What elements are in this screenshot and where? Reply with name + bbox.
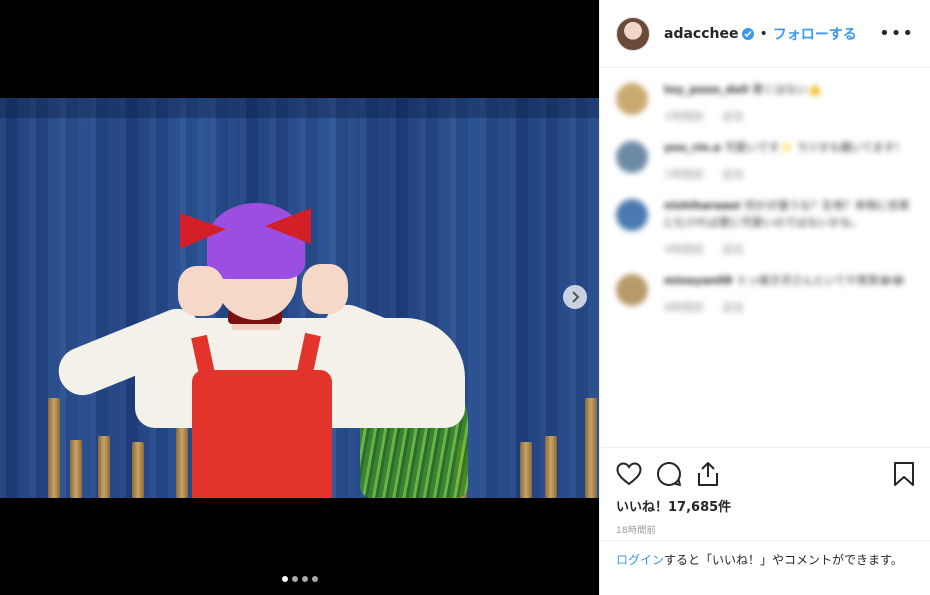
next-arrow-button[interactable]	[563, 285, 587, 309]
avatar[interactable]	[616, 199, 648, 231]
chevron-right-icon	[572, 291, 580, 303]
avatar[interactable]	[616, 274, 648, 306]
avatar[interactable]	[616, 83, 648, 115]
follow-button[interactable]: フォローする	[773, 24, 857, 44]
reply-button[interactable]: 返信	[722, 168, 744, 181]
reply-button[interactable]: 返信	[722, 301, 744, 314]
comment-text: 悪くはない👍	[752, 83, 822, 96]
carousel-dot	[302, 576, 308, 582]
username-link[interactable]: adacchee	[664, 26, 738, 42]
avatar[interactable]	[616, 141, 648, 173]
list-item: toy_pooo_doll 悪くはない👍 1時間前 返信	[616, 81, 915, 125]
carousel-indicator	[282, 576, 318, 582]
comment-time: 4時間前	[664, 243, 704, 256]
share-icon[interactable]	[696, 461, 720, 487]
list-item: mineyan08 ミッ嘘き沢さんといてや笑笑😂😂 8時間前 返信	[616, 272, 915, 316]
comment-username[interactable]: you_rin.a	[664, 141, 721, 154]
list-item: you_rin.a 可愛いです✨ ラジオも聞いてます！ 1時間前 返信	[616, 139, 915, 183]
peace-sign-hand	[178, 266, 224, 316]
peace-sign-hand	[302, 264, 348, 314]
verified-badge-icon	[742, 27, 755, 40]
heart-icon[interactable]	[616, 462, 642, 486]
post-sidebar: adacchee • フォローする ••• toy_pooo_doll 悪くはない…	[599, 0, 930, 595]
post-timestamp[interactable]: 18時間前	[616, 523, 915, 536]
list-item: nishiharaaoi 何かが違うな？生地？本物に忠実にむければ更に可愛いのでは…	[616, 197, 915, 258]
person-figure	[0, 98, 599, 498]
post-actions: いいね！17,685件 18時間前	[600, 447, 930, 536]
login-prompt-text: すると「いいね！」やコメントができます。	[664, 553, 903, 567]
carousel-dot	[282, 576, 288, 582]
reply-button[interactable]: 返信	[722, 110, 744, 123]
purple-hair	[207, 203, 305, 279]
comments-list: toy_pooo_doll 悪くはない👍 1時間前 返信 you_rin.a 可愛いで…	[600, 69, 930, 447]
comment-username[interactable]: toy_pooo_doll	[664, 83, 749, 96]
reply-button[interactable]: 返信	[722, 243, 744, 256]
comment-username[interactable]: nishiharaaoi	[664, 199, 741, 212]
action-icons	[616, 460, 915, 488]
comment-text: ミッ嘘き沢さんといてや笑笑😂😂	[736, 274, 905, 287]
login-link[interactable]: ログイン	[616, 553, 664, 567]
bookmark-icon[interactable]	[893, 461, 915, 487]
comment-time: 1時間前	[664, 110, 704, 123]
comment-username[interactable]: mineyan08	[664, 274, 732, 287]
separator-dot: •	[759, 25, 768, 42]
login-prompt: ログインすると「いいね！」やコメントができます。	[600, 540, 930, 579]
carousel-dot	[312, 576, 318, 582]
carousel-dot	[292, 576, 298, 582]
more-options-button[interactable]: •••	[879, 23, 914, 44]
comment-time: 1時間前	[664, 168, 704, 181]
post-header: adacchee • フォローする •••	[600, 0, 930, 68]
comment-icon[interactable]	[656, 461, 682, 487]
post-media	[0, 0, 599, 595]
red-dress	[192, 370, 332, 498]
comment-text: 可愛いです✨ ラジオも聞いてます！	[724, 141, 906, 154]
likes-count[interactable]: いいね！17,685件	[616, 496, 915, 515]
post-photo[interactable]	[0, 98, 599, 498]
avatar[interactable]	[616, 16, 650, 51]
comment-time: 8時間前	[664, 301, 704, 314]
